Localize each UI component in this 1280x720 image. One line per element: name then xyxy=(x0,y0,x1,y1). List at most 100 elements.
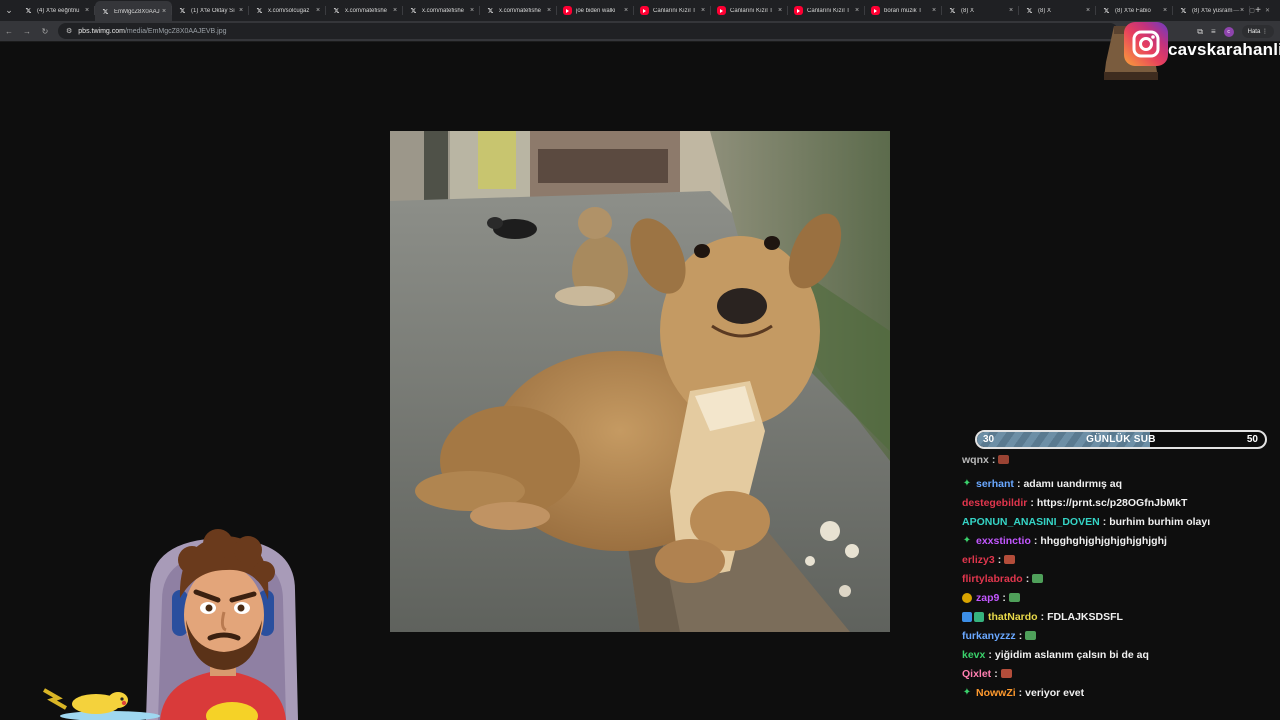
chat-username[interactable]: furkanyzzz xyxy=(962,630,1016,642)
tab-close-icon[interactable]: × xyxy=(853,7,861,14)
youtube-icon xyxy=(794,6,803,15)
maximize-icon[interactable]: ▢ xyxy=(1249,7,1255,14)
tab-title: (8) X'te yüsram xyxy=(1192,7,1233,14)
toolbar-actions: ⧉ ≡ c Hata ⋮ xyxy=(1197,23,1274,40)
tab-close-icon[interactable]: × xyxy=(1161,7,1169,14)
chat-separator: : xyxy=(1040,610,1045,623)
browser-tab-13[interactable]: 𝕏 (8) X × xyxy=(1019,1,1096,20)
chat-username[interactable]: destegebildir xyxy=(962,497,1027,509)
tab-close-icon[interactable]: × xyxy=(1084,7,1092,14)
chat-username[interactable]: Qixlet xyxy=(962,668,991,680)
x-icon: 𝕏 xyxy=(102,8,109,16)
chat-separator: : xyxy=(1025,572,1030,585)
tab-title: (8) X xyxy=(1038,7,1052,14)
tab-close-icon[interactable]: × xyxy=(468,7,476,14)
browser-tab-7[interactable]: joe biden walki × xyxy=(557,1,634,20)
browser-tab-3[interactable]: 𝕏x.com/solcugaz × xyxy=(249,1,326,20)
subscriber-badge-icon: ✦ xyxy=(962,534,972,546)
youtube-icon xyxy=(563,6,572,15)
browser-tab-10[interactable]: Canlarını Kızıl T × xyxy=(788,1,865,20)
tab-close-icon[interactable]: × xyxy=(391,7,399,14)
frog-emote-icon xyxy=(1025,631,1037,640)
subscriber-badge-icon: ✦ xyxy=(962,477,972,489)
tab-close-icon[interactable]: × xyxy=(622,7,630,14)
chat-username[interactable]: exxstinctio xyxy=(976,535,1031,547)
tab-close-icon[interactable]: × xyxy=(314,7,322,14)
extensions-icon[interactable]: ⧉ xyxy=(1197,27,1203,37)
chat-overlay: wqnx: ✦ serhant: adamı uandırmış aq destegeb… xyxy=(962,455,1278,705)
chat-separator: : xyxy=(988,648,992,661)
browser-tab-5[interactable]: 𝕏x.com/natefishe × xyxy=(403,1,480,20)
chat-text: veriyor evet xyxy=(1025,686,1085,699)
cube-badge-icon xyxy=(962,611,972,622)
chat-separator: : xyxy=(1018,686,1023,699)
back-arrow-icon[interactable]: ← xyxy=(0,22,18,40)
brick-emote-icon xyxy=(1004,555,1016,564)
browser-tab-4[interactable]: 𝕏x.com/natefishe × xyxy=(326,1,403,20)
chat-message: Qixlet: xyxy=(962,664,1012,683)
chat-message: ✦ serhant: adamı uandırmış aq xyxy=(962,474,1122,493)
browser-tab-8[interactable]: Canlarını Kızıl T × xyxy=(634,1,711,20)
media-controls-icon[interactable]: ≡ xyxy=(1211,27,1216,36)
browser-tab-12[interactable]: 𝕏 (8) X × xyxy=(942,1,1019,20)
site-info-icon[interactable]: ⚙ xyxy=(66,27,72,35)
tab-search-chevron-icon[interactable]: ⌄ xyxy=(0,0,18,21)
error-chip-label: Hata xyxy=(1247,28,1261,35)
tab-close-icon[interactable]: × xyxy=(699,7,707,14)
browser-tab-9[interactable]: Canlarını Kızıl T × xyxy=(711,1,788,20)
gem-badge-icon xyxy=(974,611,984,622)
tab-close-icon[interactable]: × xyxy=(83,7,91,14)
browser-tab-2[interactable]: 𝕏 (1) X'te Oktay Sı × xyxy=(172,1,249,20)
chat-username[interactable]: zap9 xyxy=(976,592,999,604)
browser-tab-11[interactable]: boran müzik T × xyxy=(865,1,942,20)
x-icon: 𝕏 xyxy=(487,7,494,15)
address-bar[interactable]: ⚙ pbs.twimg.com /media/EmMgcZ8X0AAJEVB.j… xyxy=(58,23,1118,39)
x-icon: 𝕏 xyxy=(1103,7,1110,15)
brick-emote-icon xyxy=(1000,669,1012,678)
forward-arrow-icon[interactable]: → xyxy=(18,22,36,40)
chat-username[interactable]: flirtylabrado xyxy=(962,573,1023,585)
chat-text: yiğidim aslanım çalsın bi de aq xyxy=(994,648,1149,661)
tab-list: 𝕏 (4) X'te eeğntriu × 𝕏 EmMgcZ8X0AAJ × 𝕏 (1) X'… xyxy=(18,0,1250,22)
browser-tab-strip: ⌄ 𝕏 (4) X'te eeğntriu × 𝕏 EmMgcZ8X0AAJ × 𝕏 (1) … xyxy=(0,0,1280,22)
tab-title: boran müzik T xyxy=(884,7,922,14)
browser-tab-0[interactable]: 𝕏 (4) X'te eeğntriu × xyxy=(18,1,95,20)
dog-photo xyxy=(390,131,890,632)
chat-message: thatNardo: FDLAJKSDSFL xyxy=(962,607,1123,626)
reload-icon[interactable]: ↻ xyxy=(36,22,54,40)
chat-username[interactable]: APONUN_ANASINI_DOVEN xyxy=(962,516,1100,528)
error-chip[interactable]: Hata ⋮ xyxy=(1241,25,1274,38)
x-icon: 𝕏 xyxy=(25,7,32,15)
chat-username[interactable]: kevx xyxy=(962,649,985,661)
tab-title: (8) X xyxy=(961,7,975,14)
chat-username[interactable]: wqnx xyxy=(962,455,989,466)
tab-close-icon[interactable]: × xyxy=(160,8,168,15)
x-icon: 𝕏 xyxy=(179,7,186,15)
gold-badge-icon xyxy=(962,592,972,603)
frog-emote-icon xyxy=(1032,574,1044,583)
chat-text: https://prnt.sc/p28OGfnJbMkT xyxy=(1036,496,1188,509)
chat-username[interactable]: thatNardo xyxy=(988,611,1038,623)
chat-username[interactable]: NowwZi xyxy=(976,687,1016,699)
chat-username[interactable]: erlizy3 xyxy=(962,554,995,566)
youtube-icon xyxy=(717,6,726,15)
tab-close-icon[interactable]: × xyxy=(237,7,245,14)
tab-title: (4) X'te eeğntriu xyxy=(37,7,80,14)
browser-tab-14[interactable]: 𝕏 (8) X'te Fabio × xyxy=(1096,1,1173,20)
browser-tab-6[interactable]: 𝕏x.com/natefishe × xyxy=(480,1,557,20)
tab-close-icon[interactable]: × xyxy=(545,7,553,14)
tab-title: Canlarını Kızıl T xyxy=(730,7,773,14)
chat-separator: : xyxy=(994,667,998,680)
x-icon: 𝕏 xyxy=(1026,7,1033,15)
tab-close-icon[interactable]: × xyxy=(1007,7,1015,14)
chat-separator: : xyxy=(1030,496,1034,509)
chat-username[interactable]: serhant xyxy=(976,478,1014,490)
chat-separator: : xyxy=(1033,534,1038,547)
profile-avatar[interactable]: c xyxy=(1223,26,1234,37)
tab-close-icon[interactable]: × xyxy=(930,7,938,14)
chat-message: kevx: yiğidim aslanım çalsın bi de aq xyxy=(962,645,1149,664)
close-window-icon[interactable]: ✕ xyxy=(1265,7,1270,14)
tab-close-icon[interactable]: × xyxy=(776,7,784,14)
minimize-icon[interactable]: — xyxy=(1233,8,1239,14)
browser-tab-1[interactable]: 𝕏 EmMgcZ8X0AAJ × xyxy=(95,1,172,22)
